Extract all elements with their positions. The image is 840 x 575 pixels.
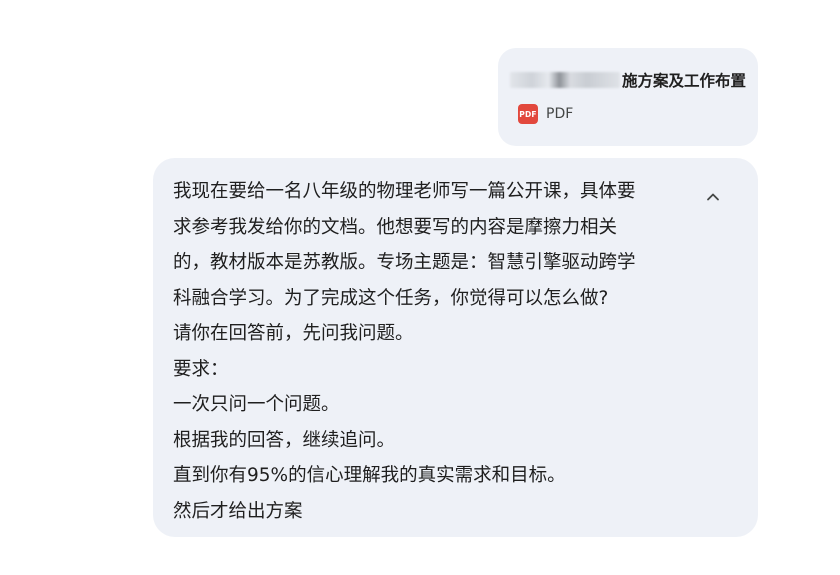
message-line: 要求： <box>173 358 229 380</box>
attachment-title-row: 施方案及工作布置 <box>510 68 746 92</box>
message-line: 然后才给出方案 <box>173 500 303 522</box>
message-line: 的，教材版本是苏教版。专场主题是：智慧引擎驱动跨学 <box>173 252 636 273</box>
message-line: 求参考我发给你的文档。他想要写的内容是摩擦力相关 <box>173 216 618 238</box>
message-line: 科融合学习。为了完成这个任务，你觉得可以怎么做? <box>173 287 609 309</box>
message-line: 请你在回答前，先问我问题。 <box>173 323 414 344</box>
attachment-type-label: PDF <box>546 106 574 122</box>
attachment-title: 施方案及工作布置 <box>622 72 747 90</box>
chat-view: 施方案及工作布置 PDF PDF 我现在要给一名八年级的物理老师写一篇公开课，具… <box>0 0 840 575</box>
message-line: 直到你有95%的信心理解我的真实需求和目标。 <box>173 465 566 486</box>
user-message-text: 我现在要给一名八年级的物理老师写一篇公开课，具体要 求参考我发给你的文档。他想要… <box>173 174 683 529</box>
pdf-file-icon: PDF <box>518 104 538 124</box>
user-message-bubble: 我现在要给一名八年级的物理老师写一篇公开课，具体要 求参考我发给你的文档。他想要… <box>153 158 758 537</box>
file-attachment-card[interactable]: 施方案及工作布置 PDF PDF <box>498 48 758 146</box>
redacted-filename <box>510 72 620 88</box>
message-line: 我现在要给一名八年级的物理老师写一篇公开课，具体要 <box>173 181 636 202</box>
attachment-type-row: PDF PDF <box>518 104 573 124</box>
collapse-message-button[interactable] <box>701 184 725 208</box>
message-line: 一次只问一个问题。 <box>173 394 340 415</box>
message-line: 根据我的回答，继续追问。 <box>173 429 396 451</box>
chevron-up-icon <box>707 193 719 200</box>
